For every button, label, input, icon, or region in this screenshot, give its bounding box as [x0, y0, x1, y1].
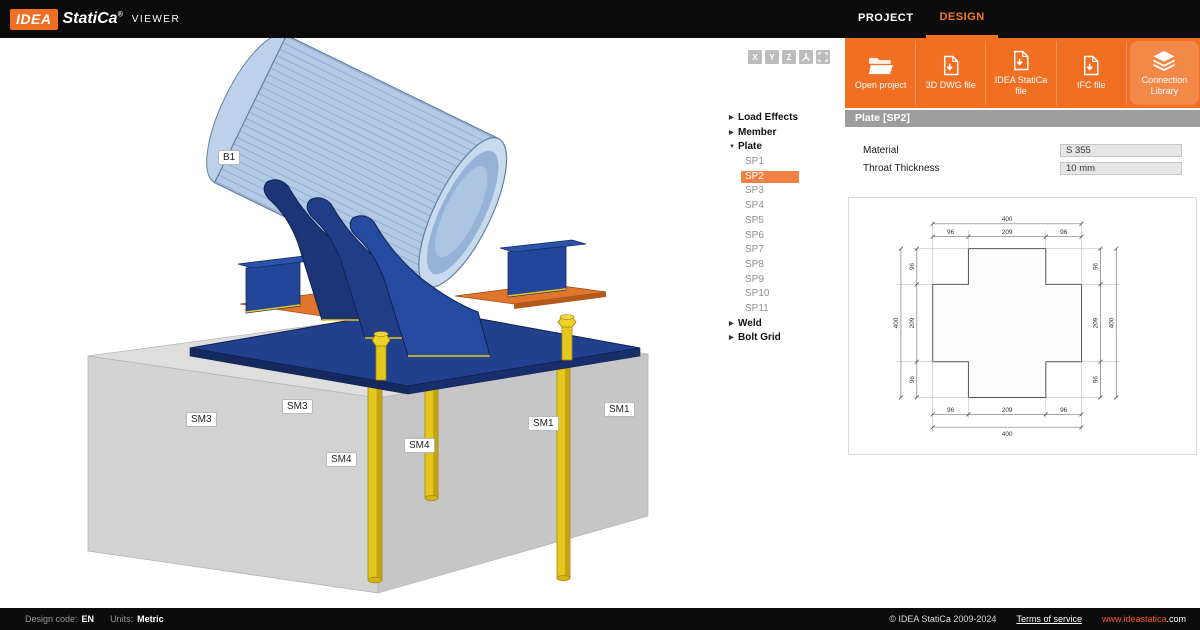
zoom-fit-icon	[818, 52, 828, 62]
tab-design[interactable]: DESIGN	[926, 0, 997, 38]
app-window: IDEA StatiCa® VIEWER PROJECT DESIGN	[0, 0, 1200, 630]
member-label: B1	[218, 150, 240, 165]
ribbon-toolbar: Open project 3D DWG file IDEA StatiCa fi…	[845, 38, 1200, 108]
dim-label: 96	[947, 407, 955, 414]
property-row: Throat Thickness 10 mm	[863, 160, 1182, 177]
right-panel: Open project 3D DWG file IDEA StatiCa fi…	[845, 38, 1200, 608]
view-x-button[interactable]: X	[748, 50, 762, 64]
axonometric-icon	[801, 52, 811, 62]
folder-open-icon	[868, 56, 894, 76]
tree-item-sp7[interactable]: SP7	[741, 244, 799, 256]
tree-item-sp8[interactable]: SP8	[741, 259, 799, 271]
view-controls: X Y Z	[745, 50, 830, 64]
properties-form: Material S 355 Throat Thickness 10 mm	[845, 127, 1200, 177]
design-code-label: Design code:	[25, 614, 78, 624]
plate-outline	[933, 249, 1082, 398]
dim-label: 96	[909, 262, 916, 270]
throat-thickness-field[interactable]: 10 mm	[1060, 162, 1182, 175]
app-logo: IDEA StatiCa® VIEWER	[10, 9, 180, 30]
units-value: Metric	[137, 614, 164, 624]
registered-mark: ®	[118, 12, 123, 19]
tree-group-bolt-grid[interactable]: ▶Bolt Grid	[729, 332, 825, 344]
3d-viewport: B1 SM3 SM3 SM4 SM4 SM1 SM1 X Y Z ▶Load E…	[0, 38, 845, 608]
3d-scene[interactable]	[0, 38, 845, 608]
idea-file-button[interactable]: IDEA StatiCa file	[986, 41, 1056, 105]
logo-viewer-label: VIEWER	[132, 14, 180, 25]
anchor-label: SM1	[528, 416, 559, 431]
dim-label: 96	[1092, 376, 1099, 384]
main-tabs: PROJECT DESIGN	[845, 0, 998, 38]
chevron-down-icon: ▼	[729, 141, 738, 153]
tree-item-sp1[interactable]: SP1	[741, 156, 799, 168]
file-download-icon	[942, 55, 960, 76]
file-download-icon	[1012, 50, 1030, 71]
connection-library-button[interactable]: Connection Library	[1130, 41, 1199, 105]
tree-item-sp6[interactable]: SP6	[741, 230, 799, 242]
file-download-icon	[1082, 55, 1100, 76]
dwg-file-button[interactable]: 3D DWG file	[916, 41, 986, 105]
view-y-button[interactable]: Y	[765, 50, 779, 64]
tree-item-sp10[interactable]: SP10	[741, 288, 799, 300]
dim-label: 209	[1002, 229, 1013, 236]
tree-group-member[interactable]: ▶Member	[729, 127, 825, 139]
axonometric-view-button[interactable]	[799, 50, 813, 64]
units-label: Units:	[110, 614, 133, 624]
dim-label: 96	[947, 229, 955, 236]
dim-label: 209	[909, 317, 916, 328]
dim-label: 96	[1092, 262, 1099, 270]
material-label: Material	[863, 145, 1060, 156]
zoom-fit-button[interactable]	[816, 50, 830, 64]
tab-project[interactable]: PROJECT	[845, 0, 926, 38]
dim-label: 96	[909, 376, 916, 384]
dim-label: 400	[1002, 216, 1013, 223]
tree-group-plate[interactable]: ▼Plate	[729, 141, 825, 153]
tree-item-sp4[interactable]: SP4	[741, 200, 799, 212]
model-tree: ▶Load Effects ▶Member ▼Plate SP1 SP2 SP3…	[729, 112, 825, 347]
layers-icon	[1152, 50, 1176, 71]
chevron-right-icon: ▶	[729, 112, 738, 124]
design-code-value: EN	[82, 614, 95, 624]
anchor-label: SM4	[326, 452, 357, 467]
dim-label: 209	[1092, 317, 1099, 328]
tree-item-sp3[interactable]: SP3	[741, 185, 799, 197]
top-bar: IDEA StatiCa® VIEWER PROJECT DESIGN	[0, 0, 1200, 38]
status-bar: Design code: EN Units: Metric © IDEA Sta…	[0, 608, 1200, 630]
anchor-label: SM3	[282, 399, 313, 414]
dim-label: 209	[1002, 407, 1013, 414]
terms-of-service-link[interactable]: Terms of service	[1016, 614, 1082, 624]
tree-item-sp5[interactable]: SP5	[741, 215, 799, 227]
dim-label: 400	[893, 317, 900, 328]
properties-title: Plate [SP2]	[845, 110, 1200, 127]
chevron-right-icon: ▶	[729, 332, 738, 344]
chevron-right-icon: ▶	[729, 318, 738, 330]
property-row: Material S 355	[863, 142, 1182, 159]
chevron-right-icon: ▶	[729, 127, 738, 139]
anchor-label: SM4	[404, 438, 435, 453]
copyright-text: © IDEA StatiCa 2009-2024	[889, 614, 996, 624]
anchor-label: SM1	[604, 402, 635, 417]
logo-idea-icon: IDEA	[10, 9, 58, 30]
website-link[interactable]: www.ideastatica.com	[1102, 614, 1186, 624]
dim-label: 96	[1060, 229, 1068, 236]
plate-drawing-panel: 400 96 209 96 96 209 96 400 96 209 96 40…	[848, 197, 1197, 455]
dim-label: 400	[1002, 431, 1013, 438]
open-project-button[interactable]: Open project	[846, 41, 916, 105]
anchor-label: SM3	[186, 412, 217, 427]
plate-drawing: 400 96 209 96 96 209 96 400 96 209 96 40…	[849, 198, 1196, 454]
tree-group-weld[interactable]: ▶Weld	[729, 318, 825, 330]
throat-thickness-label: Throat Thickness	[863, 163, 1060, 174]
tree-item-sp11[interactable]: SP11	[741, 303, 799, 315]
view-z-button[interactable]: Z	[782, 50, 796, 64]
logo-wordmark: StatiCa®	[62, 10, 122, 28]
dim-label: 400	[1108, 317, 1115, 328]
tree-item-sp2[interactable]: SP2	[741, 171, 799, 183]
ifc-file-button[interactable]: IFC file	[1057, 41, 1127, 105]
dim-label: 96	[1060, 407, 1068, 414]
tree-group-load-effects[interactable]: ▶Load Effects	[729, 112, 825, 124]
tree-item-sp9[interactable]: SP9	[741, 274, 799, 286]
material-field[interactable]: S 355	[1060, 144, 1182, 157]
